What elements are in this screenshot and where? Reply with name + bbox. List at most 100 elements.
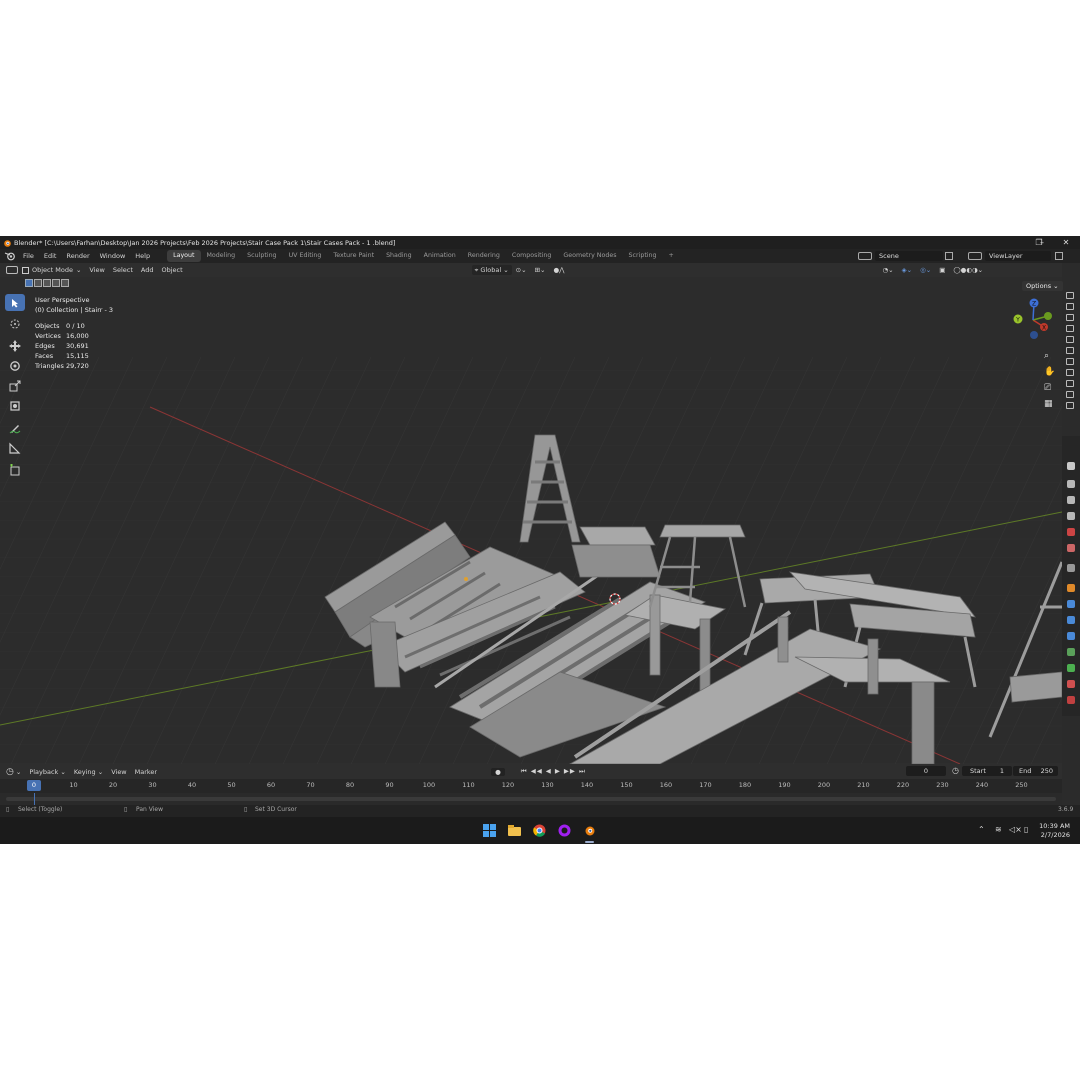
modifier-properties-icon[interactable] xyxy=(1067,600,1075,608)
end-frame-field[interactable]: End 250 xyxy=(1013,766,1058,776)
world-properties-icon[interactable] xyxy=(1067,544,1075,552)
playback-menu[interactable]: Playback ⌄ xyxy=(25,768,70,776)
obs-icon[interactable] xyxy=(558,824,571,837)
camera-icon[interactable] xyxy=(1066,380,1074,387)
select-tool-button[interactable] xyxy=(5,294,25,311)
tab-shading[interactable]: Shading xyxy=(380,250,418,262)
physics-properties-icon[interactable] xyxy=(1067,632,1075,640)
keying-menu[interactable]: Keying ⌄ xyxy=(70,768,107,776)
camera-icon[interactable] xyxy=(1066,325,1074,332)
3d-viewport[interactable]: User Perspective (0) Collection | Stairr… xyxy=(0,277,1063,764)
camera-icon[interactable] xyxy=(1066,391,1074,398)
measure-tool-button[interactable] xyxy=(5,439,25,456)
scene-selector[interactable]: Scene xyxy=(875,251,943,261)
menu-help[interactable]: Help xyxy=(130,252,155,260)
viewport-canvas[interactable] xyxy=(0,277,1062,764)
transform-orientation-dropdown[interactable]: ⌖ Global ⌄ xyxy=(471,265,512,275)
frame-indicator[interactable]: 0 xyxy=(27,780,41,791)
clock-time[interactable]: 10:39 AM xyxy=(1039,822,1070,830)
tab-compositing[interactable]: Compositing xyxy=(506,250,557,262)
start-frame-field[interactable]: Start 1 xyxy=(962,766,1012,776)
clock-editor-icon[interactable]: ◷ xyxy=(6,767,14,777)
tool-properties-icon[interactable] xyxy=(1067,462,1075,470)
camera-icon[interactable] xyxy=(1066,292,1074,299)
overlay-toggle-icon[interactable]: ◎⌄ xyxy=(916,266,935,274)
file-explorer-icon[interactable] xyxy=(508,824,521,837)
close-button[interactable]: ✕ xyxy=(1052,236,1080,249)
tab-texture-paint[interactable]: Texture Paint xyxy=(327,250,380,262)
view-layer-selector[interactable]: ViewLayer xyxy=(985,251,1051,261)
particles-properties-icon[interactable] xyxy=(1067,616,1075,624)
view-layer-icon[interactable] xyxy=(968,252,982,260)
camera-view-icon[interactable]: ⎚ xyxy=(1044,383,1054,393)
tab-uv-editing[interactable]: UV Editing xyxy=(283,250,328,262)
menu-render[interactable]: Render xyxy=(61,252,94,260)
new-scene-icon[interactable] xyxy=(945,252,953,260)
blender-taskbar-icon[interactable] xyxy=(583,824,596,837)
select-extend-icon[interactable] xyxy=(34,279,42,287)
camera-icon[interactable] xyxy=(1066,347,1074,354)
output-properties-icon[interactable] xyxy=(1067,496,1075,504)
move-tool-button[interactable] xyxy=(5,337,25,354)
proportional-edit-icon[interactable]: ●⋀ xyxy=(549,266,568,274)
marker-menu[interactable]: Marker xyxy=(131,768,161,776)
stopwatch-icon[interactable]: ◷ xyxy=(952,766,959,775)
add-workspace-button[interactable]: + xyxy=(663,250,680,262)
tab-animation[interactable]: Animation xyxy=(418,250,462,262)
scene-properties-icon[interactable] xyxy=(1067,528,1075,536)
timeline-view-menu[interactable]: View xyxy=(107,768,130,776)
editor-type-chevron-icon[interactable]: ⌄ xyxy=(14,768,25,776)
object-properties-icon[interactable] xyxy=(1067,584,1075,592)
windows-start-icon[interactable] xyxy=(483,824,496,837)
render-properties-icon[interactable] xyxy=(1067,480,1075,488)
select-invert-icon[interactable] xyxy=(52,279,60,287)
camera-icon[interactable] xyxy=(1066,402,1074,409)
visibility-icon[interactable]: ◔⌄ xyxy=(879,266,898,274)
battery-icon[interactable]: ▯ xyxy=(1024,825,1028,834)
cursor-tool-button[interactable] xyxy=(5,315,25,332)
select-mode-buttons[interactable] xyxy=(25,279,69,287)
navigation-gizmo[interactable]: Z Y X xyxy=(1008,295,1058,345)
snap-icon[interactable]: ⊞⌄ xyxy=(531,266,550,274)
wifi-icon[interactable]: ≋ xyxy=(995,825,1002,834)
rotate-tool-button[interactable] xyxy=(5,357,25,374)
pivot-point-icon[interactable]: ⊙⌄ xyxy=(512,266,531,274)
blender-menu-icon[interactable] xyxy=(4,251,16,261)
scale-tool-button[interactable] xyxy=(5,377,25,394)
timeline-ruler[interactable]: 0 10 20 30 40 50 60 70 80 90 100 110 120… xyxy=(0,779,1062,793)
select-intersect-icon[interactable] xyxy=(61,279,69,287)
menu-file[interactable]: File xyxy=(18,252,39,260)
record-button[interactable]: ● xyxy=(491,767,505,776)
shading-mode-icons[interactable]: ◯●◐◑⌄ xyxy=(949,266,987,274)
select-new-icon[interactable] xyxy=(25,279,33,287)
zoom-icon[interactable]: ⌕ xyxy=(1044,351,1054,361)
timeline-track[interactable] xyxy=(0,793,1062,805)
camera-icon[interactable] xyxy=(1066,314,1074,321)
add-cube-tool-button[interactable] xyxy=(5,461,25,478)
mode-dropdown[interactable]: Object Mode ⌄ xyxy=(18,266,85,274)
tab-geometry-nodes[interactable]: Geometry Nodes xyxy=(557,250,622,262)
select-subtract-icon[interactable] xyxy=(43,279,51,287)
current-frame-field[interactable]: 0 xyxy=(906,766,946,776)
material-properties-icon[interactable] xyxy=(1067,680,1075,688)
camera-icon[interactable] xyxy=(1066,358,1074,365)
volume-icon[interactable]: ◁× xyxy=(1009,825,1022,834)
tab-sculpting[interactable]: Sculpting xyxy=(241,250,282,262)
menu-add[interactable]: Add xyxy=(137,266,158,274)
options-dropdown[interactable]: Options ⌄ xyxy=(1022,281,1063,291)
editor-type-icon[interactable] xyxy=(6,266,18,274)
menu-select[interactable]: Select xyxy=(109,266,137,274)
menu-edit[interactable]: Edit xyxy=(39,252,62,260)
view-layer-properties-icon[interactable] xyxy=(1067,512,1075,520)
playback-controls[interactable]: ⏮ ◀◀ ◀ ▶ ▶▶ ⏭ xyxy=(517,767,590,776)
tab-layout[interactable]: Layout xyxy=(167,250,201,262)
chevron-up-icon[interactable]: ⌃ xyxy=(978,825,985,834)
menu-view[interactable]: View xyxy=(85,266,108,274)
camera-icon[interactable] xyxy=(1066,303,1074,310)
pan-hand-icon[interactable]: ✋ xyxy=(1044,367,1055,377)
transform-tool-button[interactable] xyxy=(5,397,25,414)
menu-window[interactable]: Window xyxy=(95,252,131,260)
tab-rendering[interactable]: Rendering xyxy=(462,250,506,262)
collection-properties-icon[interactable] xyxy=(1067,564,1075,572)
camera-icon[interactable] xyxy=(1066,336,1074,343)
